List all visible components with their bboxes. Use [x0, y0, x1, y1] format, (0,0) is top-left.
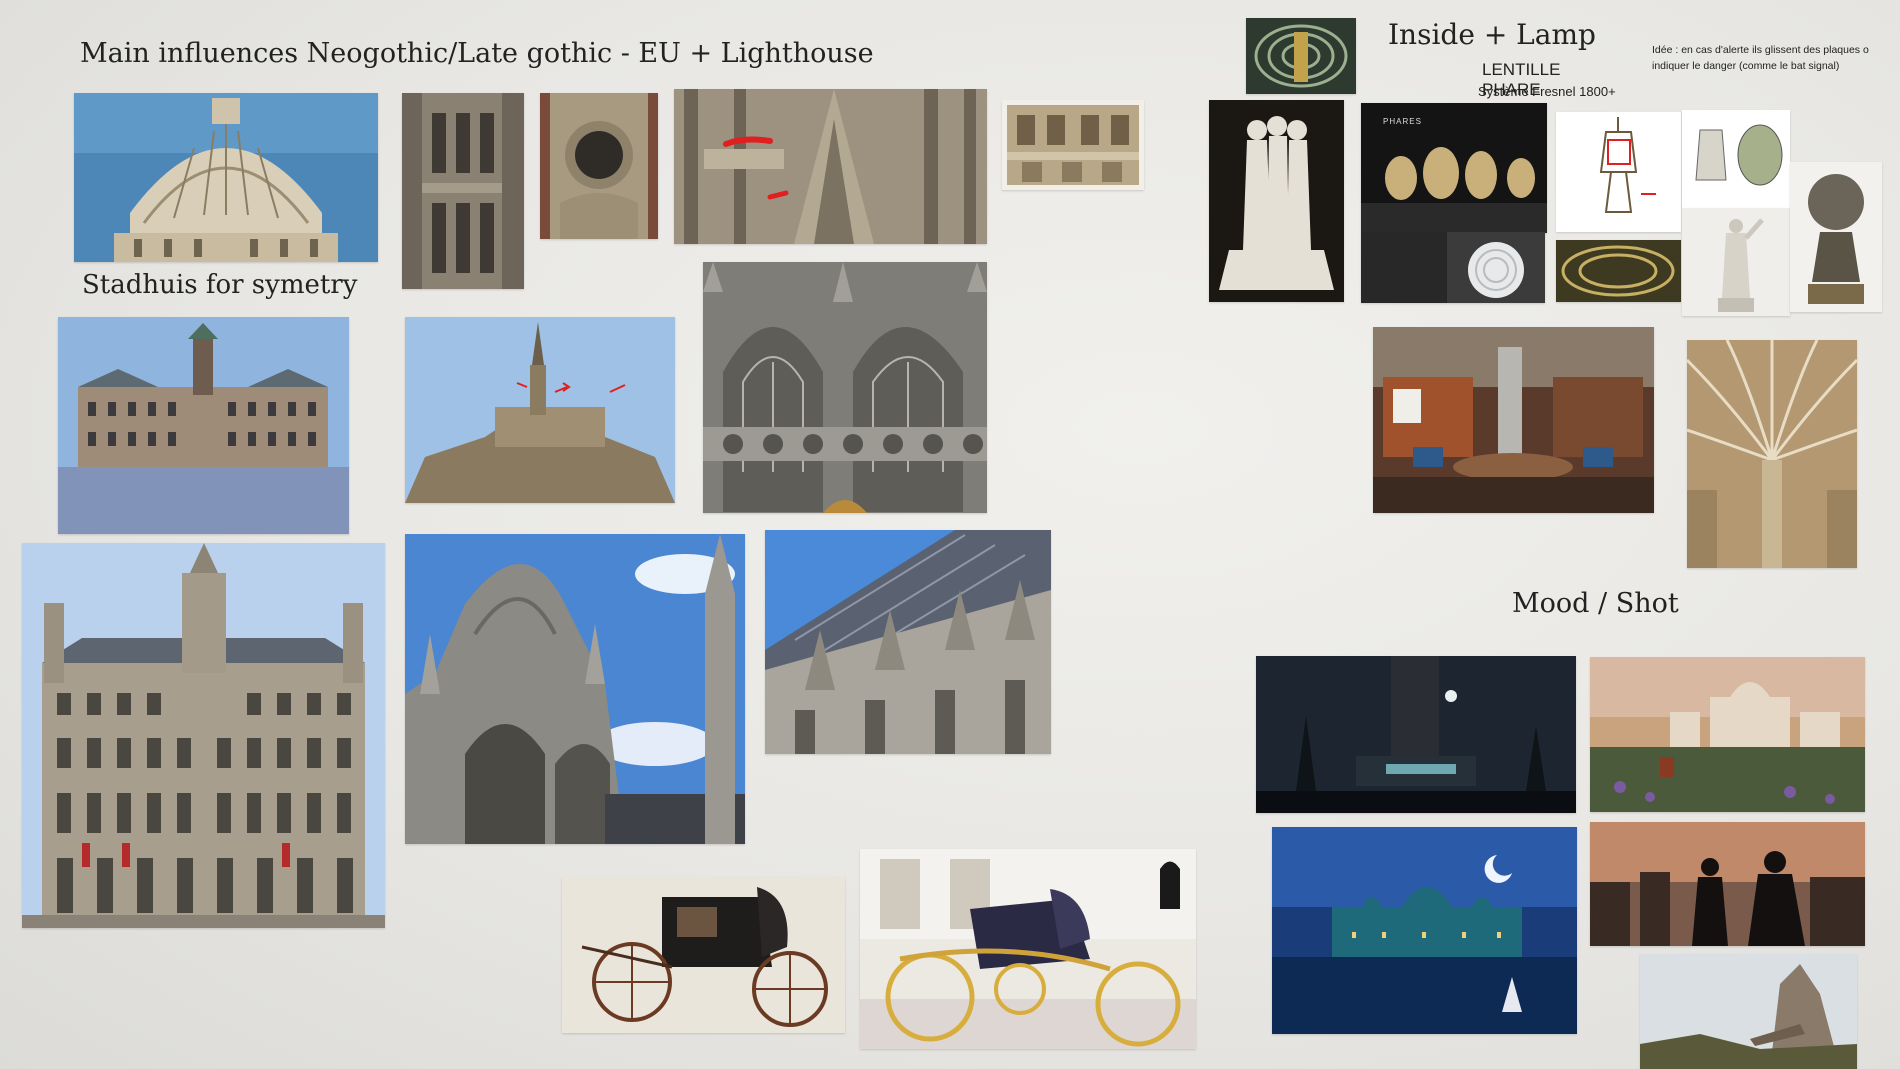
lens-info-card: LENTILLE PHARE Système Fresnel 1800+ — [1360, 48, 1620, 104]
photo-gothic-ornament-annotated — [674, 89, 987, 244]
photo-fresnel-gold — [1556, 240, 1681, 302]
photo-fresnel-lens-white — [1447, 232, 1545, 303]
photo-mood-cliff — [1640, 954, 1857, 1069]
photo-maison-du-roi — [22, 543, 385, 928]
photo-mood-silhouettes — [1590, 822, 1865, 946]
photo-tower-detail — [402, 93, 524, 289]
idea-note-line2: indiquer le danger (comme le bat signal) — [1652, 60, 1840, 72]
photo-gothic-dome — [405, 534, 745, 844]
photo-ornament-strip — [1002, 100, 1144, 190]
photo-fresnel-small — [1246, 18, 1356, 94]
title-mood-shot: Mood / Shot — [1512, 588, 1679, 619]
photo-round-window — [540, 93, 658, 239]
title-stadhuis: Stadhuis for symetry — [82, 270, 358, 300]
photo-mood-palace-sunset — [1590, 657, 1865, 812]
photo-phares-exhibit: PHARES — [1361, 103, 1547, 233]
title-main-influences: Main influences Neogothic/Late gothic - … — [80, 38, 874, 69]
title-inside-lamp: Inside + Lamp — [1388, 18, 1596, 51]
photo-gothic-tracery — [703, 262, 987, 513]
photo-carriage-gold — [860, 849, 1196, 1049]
photo-mood-night-city — [1256, 656, 1576, 813]
photo-lamp-drawing — [1556, 112, 1681, 232]
photo-mont-saint-michel — [405, 317, 675, 503]
photo-vaulted-ceiling — [1687, 340, 1857, 568]
photo-dark-panel — [1361, 233, 1447, 303]
phares-label: PHARES — [1383, 117, 1422, 126]
photo-atlas-statue — [1790, 162, 1882, 312]
photo-gothic-roof — [765, 530, 1051, 754]
photo-mood-blue-palace — [1272, 827, 1577, 1034]
photo-statue-augustus — [1682, 208, 1790, 316]
idea-note-line1: Idée : en cas d'alerte ils glissent des … — [1652, 44, 1869, 56]
photo-lighthouse-interior — [1373, 327, 1654, 513]
lens-subtitle: Système Fresnel 1800+ — [1478, 84, 1616, 99]
photo-three-graces-statue — [1209, 100, 1344, 302]
photo-stadhuis — [58, 317, 349, 534]
photo-lamp-glass — [1682, 110, 1790, 208]
photo-dome — [74, 93, 378, 262]
photo-carriage-dark — [562, 877, 845, 1033]
idea-note: Idée : en cas d'alerte ils glissent des … — [1648, 36, 1876, 88]
